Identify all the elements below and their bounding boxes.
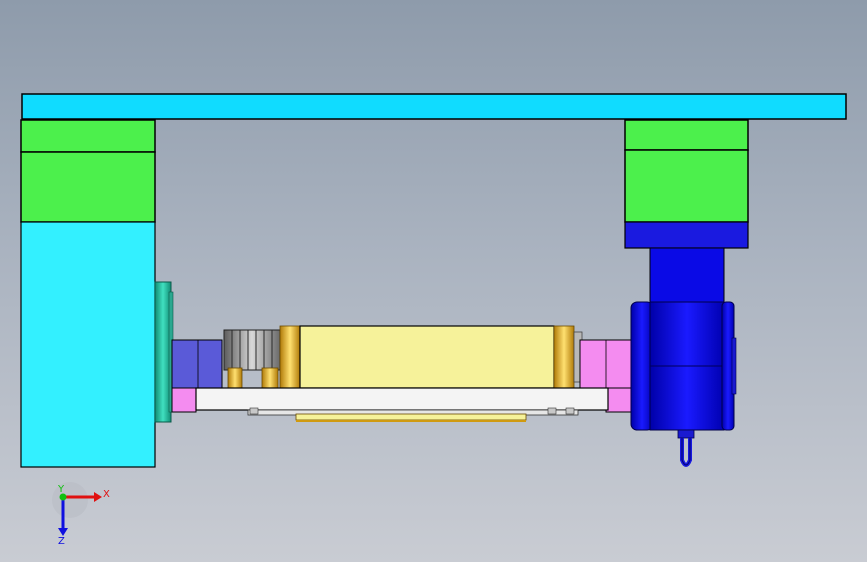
gold-collar-left[interactable] — [279, 325, 301, 389]
left-teal-flange[interactable] — [154, 281, 172, 423]
left-pink-bushing[interactable] — [171, 387, 197, 413]
top-beam[interactable] — [21, 93, 847, 120]
triad-z-label: Z — [58, 536, 65, 547]
triad-x-arrow-icon — [94, 492, 102, 502]
gold-bearing-mid[interactable] — [261, 367, 279, 389]
left-column[interactable] — [20, 119, 156, 468]
right-column[interactable] — [624, 119, 749, 305]
right-green-block-lower[interactable] — [624, 149, 749, 223]
motor-end-cap — [731, 337, 737, 395]
coordinate-triad: X Y Z — [52, 482, 110, 547]
left-green-block-lower[interactable] — [20, 151, 156, 223]
triad-y-label: Y — [57, 484, 65, 495]
platform-plate[interactable] — [195, 387, 609, 411]
model-canvas[interactable]: X Y Z — [0, 0, 867, 562]
left-coupling[interactable] — [171, 339, 223, 389]
triad-z-arrow-icon — [58, 528, 68, 536]
platform-gold-strip — [295, 413, 527, 421]
gold-collar-right[interactable] — [553, 325, 575, 389]
right-navy-block[interactable] — [624, 221, 749, 249]
left-cyan-post[interactable] — [20, 221, 156, 468]
right-pink-bushing[interactable] — [605, 387, 633, 413]
triad-x-label: X — [103, 489, 110, 500]
servo-motor[interactable] — [630, 301, 737, 431]
cad-viewport[interactable]: X Y Z — [0, 0, 867, 562]
right-green-block-upper[interactable] — [624, 119, 749, 151]
yellow-rotary-body[interactable] — [299, 325, 555, 389]
cable-connector[interactable] — [677, 429, 695, 467]
left-green-block-upper[interactable] — [20, 119, 156, 153]
motor-neck[interactable] — [649, 247, 725, 305]
gold-bearing-left[interactable] — [227, 367, 243, 389]
